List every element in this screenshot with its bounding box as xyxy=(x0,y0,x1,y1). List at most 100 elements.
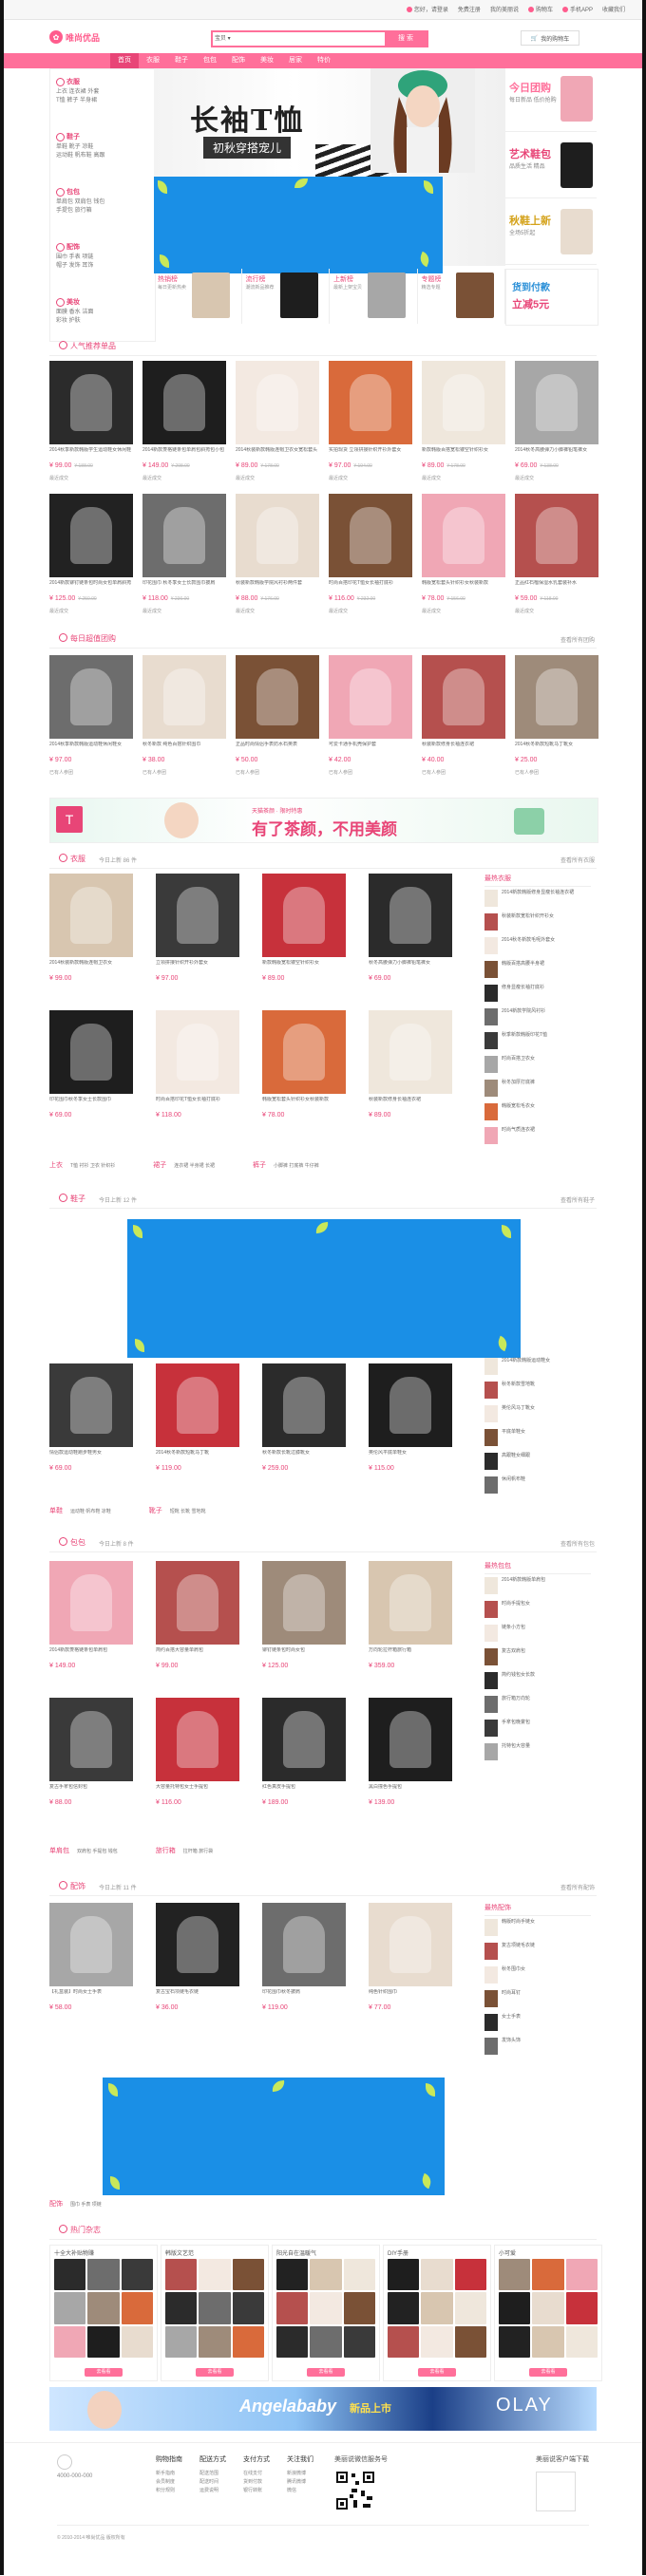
product-card[interactable]: 立领拼接针织开衫外套女 ¥ 97.00 xyxy=(156,874,239,982)
product-title[interactable]: 2014秋装新款韩版连帽卫衣女宽松套头 xyxy=(236,447,319,461)
product-card[interactable]: 英伦风平底单鞋女 ¥ 115.00 xyxy=(369,1363,452,1472)
side-list-item[interactable]: 秋季新款韩版印花T恤 xyxy=(484,1032,591,1053)
magazine-card[interactable]: 阳光自在温暖气 去看看 xyxy=(272,2245,380,2381)
product-title[interactable]: 韩版宽松套头针织衫女秋装新款 xyxy=(262,1097,346,1110)
product-title[interactable]: 实拍现货 立领拼接针织开衫外套女 xyxy=(329,447,412,461)
side-item-title[interactable]: 平底单鞋女 xyxy=(502,1429,591,1435)
product-card[interactable]: 可爱卡通手机壳保护套 ¥ 42.00 已有人参团 xyxy=(329,655,412,776)
nav-item[interactable]: 衣服 xyxy=(139,53,167,68)
side-list-item[interactable]: 秋冬围巾女 xyxy=(484,1966,591,1987)
product-title[interactable]: 韩版宽松套头针织衫女秋装新款 xyxy=(422,580,505,593)
product-title[interactable]: 印花围巾秋冬季女士长款围巾 xyxy=(49,1097,133,1110)
product-card[interactable]: 韩版宽松套头针织衫女秋装新款 ¥ 78.00 xyxy=(262,1010,346,1119)
category-links[interactable]: 上衣 连衣裙 外套 xyxy=(56,88,151,97)
product-image[interactable] xyxy=(236,655,319,739)
tag-category[interactable]: 裤子 xyxy=(253,1162,266,1169)
side-item-title[interactable]: 简约钱包女长款 xyxy=(502,1672,591,1678)
ranking-tile[interactable]: 专题榜 精选专题 xyxy=(418,269,505,324)
product-image[interactable] xyxy=(49,874,133,957)
product-title[interactable]: 大容量托特包女士手提包 xyxy=(156,1784,239,1797)
tag-links[interactable]: 短靴 长靴 雪地靴 xyxy=(170,1509,206,1514)
side-item-title[interactable]: 时尚百搭卫衣女 xyxy=(502,1056,591,1062)
nav-item[interactable]: 鞋子 xyxy=(167,53,196,68)
footer-ad-band[interactable]: Angelababy 新品上市 OLAY xyxy=(49,2387,597,2431)
my-account-link[interactable]: 我的美丽说 xyxy=(490,5,519,13)
tag-links[interactable]: 运动鞋 帆布鞋 凉鞋 xyxy=(70,1509,111,1514)
product-card[interactable]: 秋冬新款长靴过膝靴女 ¥ 259.00 xyxy=(262,1363,346,1472)
category-links[interactable]: T恤 裤子 半身裙 xyxy=(56,97,151,105)
product-image[interactable] xyxy=(49,655,133,739)
product-image[interactable] xyxy=(422,361,505,444)
side-list-item[interactable]: 时尚手提包女 xyxy=(484,1601,591,1622)
product-card[interactable]: 印花围巾秋冬披肩 ¥ 119.00 xyxy=(262,1903,346,2011)
side-item-title[interactable]: 女士手表 xyxy=(502,2014,591,2020)
side-item-title[interactable]: 秋冬加厚打底裤 xyxy=(502,1080,591,1085)
cart-button[interactable]: 🛒 我的购物车 xyxy=(521,30,580,46)
product-title[interactable]: 秋冬高腰弹力小脚裤铅笔裤女 xyxy=(369,960,452,973)
tag-category[interactable]: 配饰 xyxy=(49,2201,63,2208)
product-card[interactable]: 印花围巾秋冬季女士长款围巾 ¥ 69.00 xyxy=(49,1010,133,1119)
product-card[interactable]: 韩版宽松套头针织衫女秋装新款 ¥ 78.00 ¥ 156.00 最近成交 xyxy=(422,494,505,614)
product-card[interactable]: 2014秋装新款韩版连帽卫衣女宽松套头 ¥ 89.00 ¥ 178.00 最近成交 xyxy=(236,361,319,481)
footer-link[interactable]: 运费说明 xyxy=(200,2487,226,2495)
side-list-item[interactable]: 时尚耳钉 xyxy=(484,1990,591,2011)
magazine-card[interactable]: 韩版文艺范 去看看 xyxy=(161,2245,269,2381)
product-card[interactable]: 【礼盒装】时尚女士手表 ¥ 58.00 xyxy=(49,1903,133,2011)
app-download-image[interactable] xyxy=(536,2472,576,2511)
nav-item[interactable]: 包包 xyxy=(196,53,224,68)
side-item-title[interactable]: 时尚气质连衣裙 xyxy=(502,1127,591,1133)
side-item-title[interactable]: 链条小方包 xyxy=(502,1625,591,1630)
nav-item[interactable]: 配饰 xyxy=(224,53,253,68)
side-item-title[interactable]: 手拿包晚宴包 xyxy=(502,1720,591,1725)
magazine-card[interactable]: DIY手册 去看看 xyxy=(383,2245,491,2381)
product-title[interactable]: 秋冬新款长靴过膝靴女 xyxy=(262,1450,346,1463)
side-list-item[interactable]: 2014新款韩版修身显瘦长袖连衣裙 xyxy=(484,890,591,911)
product-image[interactable] xyxy=(369,874,452,957)
tag-category[interactable]: 裙子 xyxy=(153,1162,166,1169)
category-block[interactable]: 美妆 面膜 香水 洁面 彩妆 护肤 xyxy=(56,297,151,326)
more-clothes-link[interactable]: 查看所有衣服 xyxy=(560,856,595,864)
product-image[interactable] xyxy=(156,1903,239,1986)
category-links[interactable]: 围巾 手表 项链 xyxy=(56,254,151,262)
footer-link[interactable]: 微信 xyxy=(287,2487,314,2495)
product-title[interactable]: 英伦风平底单鞋女 xyxy=(369,1450,452,1463)
product-image[interactable] xyxy=(329,494,412,577)
side-list-item[interactable]: 女士手表 xyxy=(484,2014,591,2035)
product-title[interactable]: 红色真皮手提包 xyxy=(262,1784,346,1797)
product-title[interactable]: 印花围巾秋冬披肩 xyxy=(262,1989,346,2003)
product-image[interactable] xyxy=(262,874,346,957)
side-list-item[interactable]: 简约钱包女长款 xyxy=(484,1672,591,1693)
product-card[interactable]: 新款韩版宽松镂空针织衫女 ¥ 89.00 xyxy=(262,874,346,982)
side-item-title[interactable]: 2014新款韩版修身显瘦长袖连衣裙 xyxy=(502,890,591,895)
product-title[interactable]: 2014新款菱格链条包单肩包 xyxy=(49,1647,133,1661)
ranking-tile[interactable]: 流行榜 潮流新品推荐 xyxy=(242,269,330,324)
footer-link[interactable]: 积分规则 xyxy=(156,2487,182,2495)
side-list-item[interactable]: 时尚气质连衣裙 xyxy=(484,1127,591,1148)
nav-item[interactable]: 特价 xyxy=(310,53,338,68)
side-item-title[interactable]: 复古双肩包 xyxy=(502,1648,591,1654)
product-image[interactable] xyxy=(329,655,412,739)
product-title[interactable]: 可爱卡通手机壳保护套 xyxy=(329,742,412,755)
footer-link[interactable]: 配送范围 xyxy=(200,2470,226,2478)
side-item-title[interactable]: 秋季新款韩版印花T恤 xyxy=(502,1032,591,1038)
side-item-title[interactable]: 发饰头饰 xyxy=(502,2038,591,2043)
side-list-item[interactable]: 平底单鞋女 xyxy=(484,1429,591,1450)
tag-links[interactable]: 拉杆箱 旅行袋 xyxy=(183,1849,213,1854)
side-item-title[interactable]: 英伦风马丁靴女 xyxy=(502,1405,591,1411)
magazine-go-button[interactable]: 去看看 xyxy=(85,2368,123,2377)
side-item-title[interactable]: 时尚手提包女 xyxy=(502,1601,591,1607)
product-title[interactable]: 新款韩版百搭宽松镂空针织衫女 xyxy=(422,447,505,461)
tag-links[interactable]: 双肩包 手提包 钱包 xyxy=(77,1849,118,1854)
category-links[interactable]: 彩妆 护肤 xyxy=(56,317,151,326)
side-list-item[interactable]: 2014新款韩版运动鞋女 xyxy=(484,1358,591,1379)
side-item-title[interactable]: 韩版宽松毛衣女 xyxy=(502,1103,591,1109)
login-link[interactable]: 您好，请登录 xyxy=(406,5,448,13)
product-card[interactable]: 黑白撞色手提包 ¥ 139.00 xyxy=(369,1698,452,1806)
product-card[interactable]: 2014秋季新款韩版运动鞋休闲鞋女 ¥ 97.00 已有人参团 xyxy=(49,655,133,776)
promo-tile[interactable]: 秋鞋上新 全场5折起 xyxy=(505,201,597,265)
product-image[interactable] xyxy=(156,874,239,957)
product-image[interactable] xyxy=(156,1363,239,1447)
tag-category[interactable]: 单鞋 xyxy=(49,1508,63,1514)
side-list-item[interactable]: 链条小方包 xyxy=(484,1625,591,1645)
more-daily-link[interactable]: 查看所有团购 xyxy=(560,635,595,644)
